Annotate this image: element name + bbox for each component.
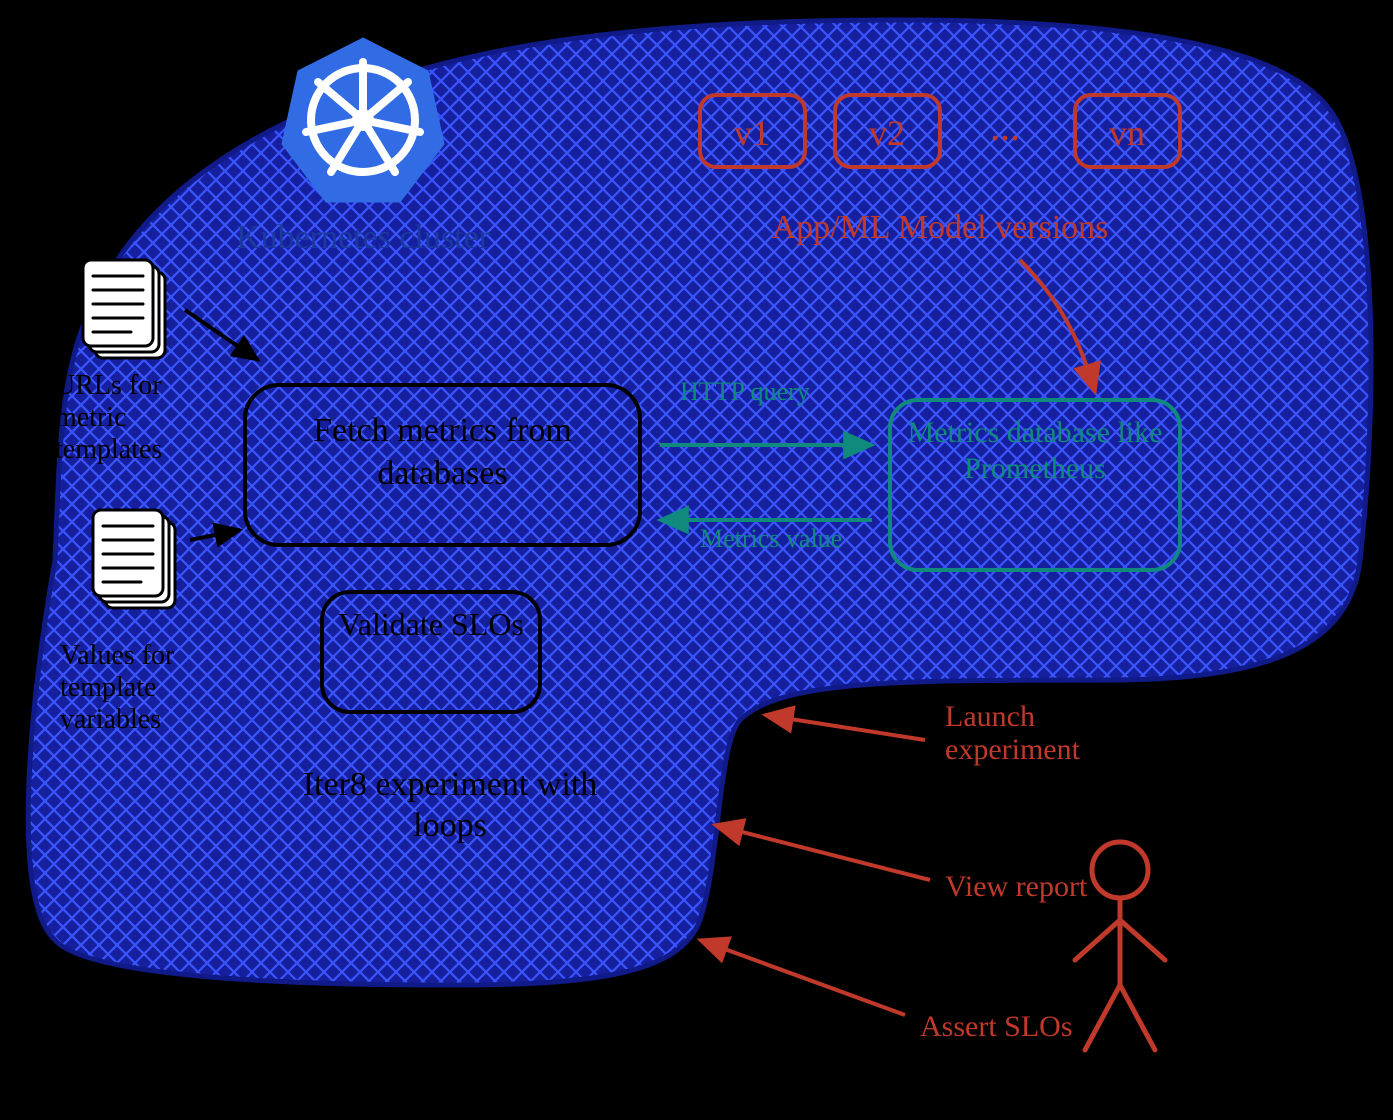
docs-urls-label: URLs for metric templates [55, 370, 215, 467]
task-experiment-label: Iter8 experiment with loops [285, 765, 615, 847]
metrics-value-label: Metrics value [700, 525, 850, 552]
versions-label: App/ML Model versions [772, 209, 1109, 246]
http-query-label: HTTP query [680, 378, 810, 405]
docs-values-icon [93, 510, 175, 608]
metrics-db-label: Metrics database like Prometheus [900, 415, 1170, 487]
docs-values-label: Values for template variables [60, 640, 230, 737]
task-validate-label: Validate SLOs [332, 605, 530, 643]
action-launch-label: Launch experiment [945, 700, 1155, 766]
version-v1-label: v1 [734, 113, 770, 153]
arrow-assert [700, 940, 905, 1015]
version-ellipsis: ... [990, 104, 1020, 149]
version-vn-label: vn [1109, 113, 1145, 153]
cluster-label: Kubernetes cluster [236, 219, 491, 256]
docs-urls-icon [83, 260, 165, 358]
version-v2-label: v2 [869, 113, 905, 153]
arrow-launch [765, 715, 925, 740]
arrow-view [715, 825, 930, 880]
action-view-label: View report [945, 870, 1095, 903]
action-assert-label: Assert SLOs [920, 1010, 1080, 1043]
task-fetch-label: Fetch metrics from databases [260, 410, 625, 495]
